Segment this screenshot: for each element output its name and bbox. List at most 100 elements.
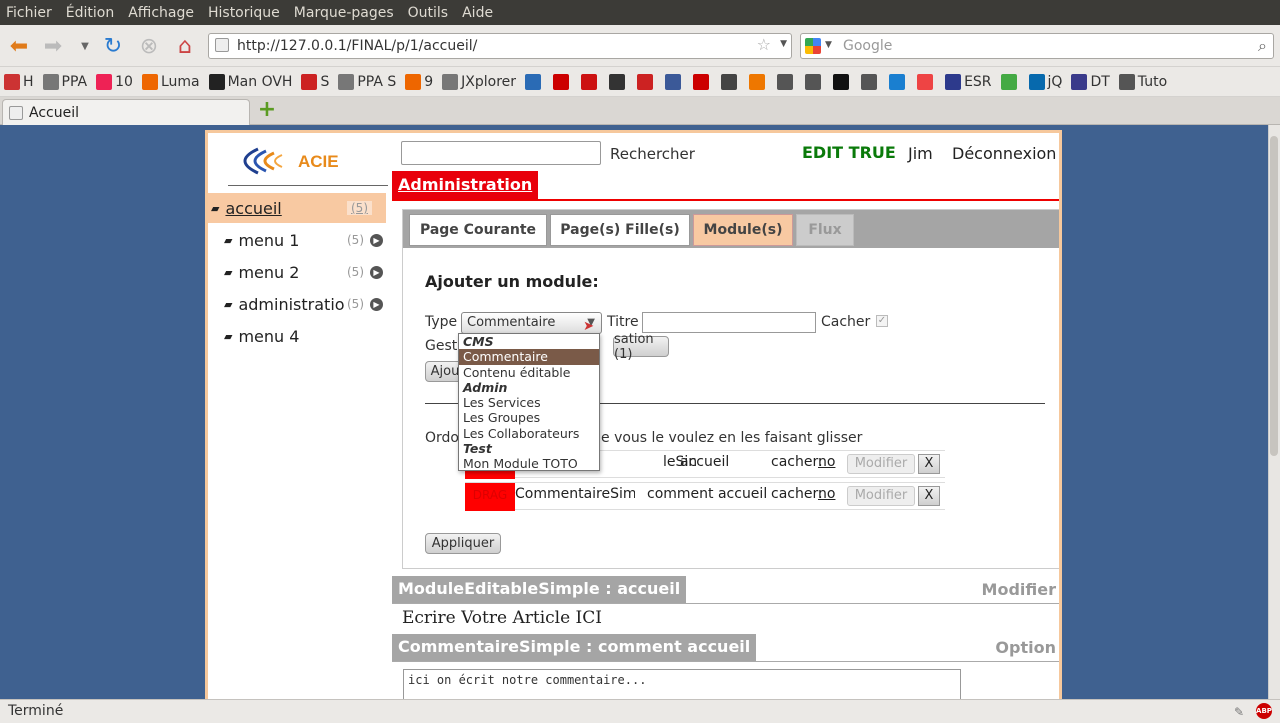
titre-input[interactable] — [642, 312, 816, 333]
module-cacher-link[interactable]: no — [818, 486, 835, 502]
bookmark-item[interactable]: JXplorer — [442, 73, 516, 90]
comment-textarea[interactable]: ici on écrit notre commentaire... — [403, 669, 961, 700]
stop-icon[interactable]: ⊗ — [134, 31, 164, 61]
logout-link[interactable]: Déconnexion — [952, 144, 1056, 163]
reload-icon[interactable]: ↻ — [98, 31, 128, 61]
star-icon[interactable]: ☆ — [757, 35, 771, 54]
menu-edition[interactable]: Édition — [66, 5, 114, 21]
esr-icon — [945, 73, 962, 90]
module-option-link[interactable]: Option — [995, 638, 1056, 657]
svg-text:ACIE: ACIE — [298, 152, 339, 171]
bookmark-item[interactable] — [805, 73, 824, 90]
forward-arrow-icon[interactable]: ➡ — [38, 31, 68, 61]
history-dropdown-icon[interactable]: ▼ — [70, 31, 100, 61]
select-option[interactable]: Les Services — [459, 395, 599, 410]
drag-handle[interactable]: DRAG — [465, 483, 515, 511]
gestion-button[interactable]: sation (1) — [613, 332, 669, 362]
select-option[interactable]: Commentaire — [459, 349, 599, 365]
delete-button[interactable]: X — [918, 454, 940, 474]
bookmark-item[interactable]: ESR — [945, 73, 992, 90]
module-modifier-link[interactable]: Modifier — [982, 580, 1056, 599]
new-tab-icon[interactable]: + — [256, 99, 278, 122]
bookmark-item[interactable] — [861, 73, 880, 90]
bookmark-item[interactable] — [637, 73, 656, 90]
magnifier-icon[interactable]: ⌕ — [1258, 36, 1267, 56]
bookmark-item[interactable] — [665, 73, 684, 90]
type-select[interactable]: Commentaire ▼ ➤ — [461, 312, 602, 334]
scrollbar-thumb[interactable] — [1270, 136, 1278, 456]
select-option[interactable]: Mon Module TOTO — [459, 456, 599, 471]
url-bar[interactable]: http://127.0.0.1/FINAL/p/1/accueil/ ☆ ▼ — [208, 33, 792, 59]
bookmark-item[interactable] — [917, 73, 936, 90]
module-cacher-label: cacher: — [771, 454, 823, 470]
tab-modules[interactable]: Module(s) — [693, 214, 793, 246]
bookmark-item[interactable]: PPA — [42, 73, 87, 90]
bookmark-item[interactable] — [889, 73, 908, 90]
bookmark-item[interactable]: Man OVH — [208, 73, 292, 90]
bookmark-item[interactable]: S — [301, 73, 329, 90]
search-input[interactable] — [401, 141, 601, 165]
adblock-icon[interactable]: ABP — [1256, 703, 1272, 719]
module-cacher-link[interactable]: no — [818, 454, 835, 470]
search-button[interactable]: Rechercher — [610, 145, 695, 163]
expand-arrow-icon[interactable]: ▶ — [370, 233, 383, 247]
user-name[interactable]: Jim — [908, 144, 933, 163]
heart-icon — [338, 73, 355, 90]
bookmark-item[interactable] — [1000, 73, 1020, 90]
bookmark-item[interactable] — [609, 73, 628, 90]
menu-aide[interactable]: Aide — [462, 5, 493, 21]
google-icon[interactable] — [805, 38, 821, 54]
bookmark-item[interactable]: 10 — [96, 73, 133, 90]
delete-button[interactable]: X — [918, 486, 940, 506]
menu-fichier[interactable]: Fichier — [6, 5, 52, 21]
sidebar-item[interactable]: ▰ accueil (5) — [208, 193, 386, 223]
cacher-checkbox[interactable]: ✓ — [876, 315, 888, 327]
back-arrow-icon[interactable]: ⬅ — [4, 31, 34, 61]
bookmark-item[interactable]: H — [4, 73, 34, 90]
modifier-button[interactable]: Modifier — [847, 486, 915, 506]
bookmark-item[interactable] — [749, 73, 768, 90]
addon-icon[interactable]: ✎ — [1234, 705, 1244, 719]
type-label: Type — [425, 314, 458, 330]
bookmark-item[interactable]: Tuto — [1118, 73, 1167, 90]
bookmark-item[interactable] — [693, 73, 712, 90]
admin-title-link[interactable]: Administration — [392, 171, 539, 199]
bookmark-item[interactable]: PPA S — [338, 73, 396, 90]
sidebar-item[interactable]: ▰ administratio (5) ▶ — [208, 289, 388, 319]
url-dropdown-icon[interactable]: ▼ — [780, 39, 787, 49]
select-option[interactable]: Contenu éditable — [459, 365, 599, 380]
appliquer-button[interactable]: Appliquer — [425, 533, 501, 554]
select-option[interactable]: Les Collaborateurs — [459, 426, 599, 441]
tab-pages-filles[interactable]: Page(s) Fille(s) — [550, 214, 690, 246]
modifier-button[interactable]: Modifier — [847, 454, 915, 474]
sidebar-item[interactable]: ▰ menu 2 (5) ▶ — [208, 257, 388, 287]
bookmark-item[interactable] — [553, 73, 572, 90]
bookmark-item[interactable]: Luma — [141, 73, 200, 90]
status-text: Terminé — [8, 703, 64, 719]
bookmark-item[interactable]: jQ — [1028, 73, 1062, 90]
menu-affichage[interactable]: Affichage — [128, 5, 194, 21]
sb-icon — [525, 73, 542, 90]
select-option[interactable]: Les Groupes — [459, 410, 599, 425]
menu-marque-pages[interactable]: Marque-pages — [294, 5, 394, 21]
tab-page-courante[interactable]: Page Courante — [409, 214, 547, 246]
module-row[interactable]: DRAG CommentaireSimp comment accueil cac… — [465, 482, 945, 511]
bookmark-item[interactable]: 9 — [405, 73, 433, 90]
search-bar[interactable]: ▼ Google ⌕ — [800, 33, 1274, 59]
expand-arrow-icon[interactable]: ▶ — [370, 265, 383, 279]
tab-accueil[interactable]: Accueil — [2, 99, 250, 125]
bookmark-item[interactable]: DT — [1071, 73, 1110, 90]
tab-flux[interactable]: Flux — [796, 214, 854, 246]
bookmark-item[interactable] — [721, 73, 740, 90]
sidebar-item[interactable]: ▰ menu 1 (5) ▶ — [208, 225, 388, 255]
bookmark-item[interactable] — [581, 73, 600, 90]
bookmark-item[interactable] — [833, 73, 852, 90]
menu-historique[interactable]: Historique — [208, 5, 280, 21]
home-icon[interactable]: ⌂ — [170, 31, 200, 61]
expand-arrow-icon[interactable]: ▶ — [370, 297, 383, 311]
bookmark-item[interactable] — [777, 73, 796, 90]
engine-dropdown-icon[interactable]: ▼ — [825, 40, 832, 50]
bookmark-item[interactable] — [525, 73, 544, 90]
menu-outils[interactable]: Outils — [408, 5, 448, 21]
sidebar-item[interactable]: ▰ menu 4 — [208, 321, 388, 351]
